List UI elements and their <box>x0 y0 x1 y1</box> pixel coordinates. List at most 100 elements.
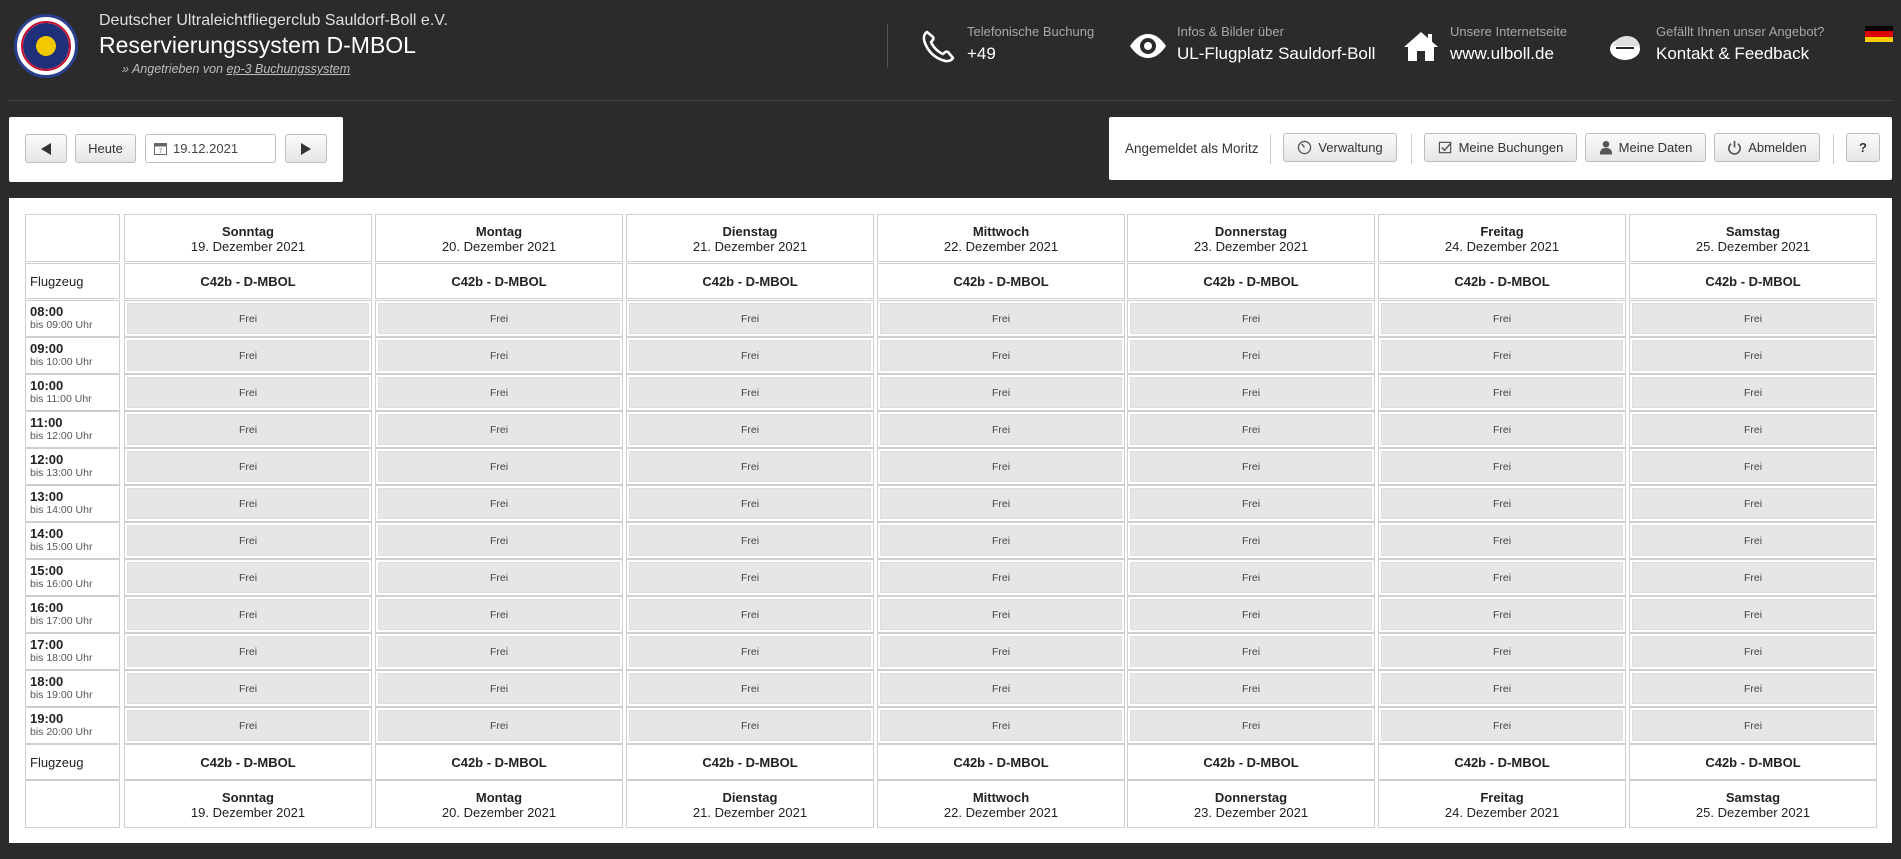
today-button[interactable]: Heute <box>75 134 136 163</box>
free-slot-button[interactable]: Frei <box>1130 414 1372 445</box>
free-slot-button[interactable]: Frei <box>1130 488 1372 519</box>
free-slot-button[interactable]: Frei <box>127 488 369 519</box>
free-slot-button[interactable]: Frei <box>378 414 620 445</box>
free-slot-button[interactable]: Frei <box>378 451 620 482</box>
free-slot-button[interactable]: Frei <box>378 673 620 704</box>
free-slot-button[interactable]: Frei <box>880 562 1122 593</box>
prev-week-button[interactable] <box>25 134 67 163</box>
free-slot-button[interactable]: Frei <box>378 636 620 667</box>
help-button[interactable]: ? <box>1846 133 1880 162</box>
logout-button[interactable]: Abmelden <box>1714 133 1820 162</box>
free-slot-button[interactable]: Frei <box>880 636 1122 667</box>
free-slot-button[interactable]: Frei <box>629 710 871 741</box>
my-data-button[interactable]: Meine Daten <box>1585 133 1706 162</box>
free-slot-button[interactable]: Frei <box>1381 636 1623 667</box>
free-slot-button[interactable]: Frei <box>127 451 369 482</box>
free-slot-button[interactable]: Frei <box>1632 488 1874 519</box>
free-slot-button[interactable]: Frei <box>629 673 871 704</box>
phone-booking[interactable]: Telefonische Buchung +49 <box>918 24 1108 74</box>
free-slot-button[interactable]: Frei <box>127 673 369 704</box>
free-slot-button[interactable]: Frei <box>127 599 369 630</box>
free-slot-button[interactable]: Frei <box>127 562 369 593</box>
free-slot-button[interactable]: Frei <box>1130 525 1372 556</box>
free-slot-button[interactable]: Frei <box>880 710 1122 741</box>
free-slot-button[interactable]: Frei <box>378 377 620 408</box>
free-slot-button[interactable]: Frei <box>1632 303 1874 334</box>
free-slot-button[interactable]: Frei <box>378 340 620 371</box>
free-slot-button[interactable]: Frei <box>880 488 1122 519</box>
free-slot-button[interactable]: Frei <box>880 340 1122 371</box>
free-slot-button[interactable]: Frei <box>127 340 369 371</box>
date-input[interactable]: 7 19.12.2021 <box>145 134 276 163</box>
free-slot-button[interactable]: Frei <box>1632 673 1874 704</box>
free-slot-button[interactable]: Frei <box>378 303 620 334</box>
free-slot-button[interactable]: Frei <box>127 303 369 334</box>
free-slot-button[interactable]: Frei <box>1381 488 1623 519</box>
free-slot-button[interactable]: Frei <box>127 525 369 556</box>
free-slot-button[interactable]: Frei <box>378 599 620 630</box>
free-slot-button[interactable]: Frei <box>1632 710 1874 741</box>
free-slot-button[interactable]: Frei <box>1632 525 1874 556</box>
free-slot-button[interactable]: Frei <box>1130 451 1372 482</box>
free-slot-button[interactable]: Frei <box>1381 673 1623 704</box>
free-slot-button[interactable]: Frei <box>880 599 1122 630</box>
free-slot-button[interactable]: Frei <box>880 525 1122 556</box>
free-slot-button[interactable]: Frei <box>629 377 871 408</box>
free-slot-button[interactable]: Frei <box>1632 377 1874 408</box>
free-slot-button[interactable]: Frei <box>1632 562 1874 593</box>
free-slot-button[interactable]: Frei <box>629 525 871 556</box>
free-slot-button[interactable]: Frei <box>1632 451 1874 482</box>
feedback-link[interactable]: Gefällt Ihnen unser Angebot? Kontakt & F… <box>1607 24 1837 74</box>
free-slot-button[interactable]: Frei <box>880 377 1122 408</box>
next-week-button[interactable] <box>285 134 327 163</box>
free-slot-button[interactable]: Frei <box>1381 710 1623 741</box>
free-slot-button[interactable]: Frei <box>1381 414 1623 445</box>
german-flag-icon[interactable] <box>1865 26 1893 42</box>
free-slot-button[interactable]: Frei <box>1381 303 1623 334</box>
free-slot-button[interactable]: Frei <box>378 525 620 556</box>
free-slot-button[interactable]: Frei <box>629 488 871 519</box>
free-slot-button[interactable]: Frei <box>1381 377 1623 408</box>
free-slot-button[interactable]: Frei <box>1632 414 1874 445</box>
admin-button[interactable]: Verwaltung <box>1283 133 1397 162</box>
powered-by-link[interactable]: ep-3 Buchungssystem <box>227 62 351 76</box>
free-slot-button[interactable]: Frei <box>629 414 871 445</box>
free-slot-button[interactable]: Frei <box>378 562 620 593</box>
free-slot-button[interactable]: Frei <box>1381 525 1623 556</box>
free-slot-button[interactable]: Frei <box>1381 340 1623 371</box>
free-slot-button[interactable]: Frei <box>1130 710 1372 741</box>
free-slot-button[interactable]: Frei <box>629 451 871 482</box>
info-link[interactable]: Infos & Bilder über UL-Flugplatz Sauldor… <box>1128 24 1388 74</box>
club-logo[interactable] <box>14 14 78 78</box>
free-slot-button[interactable]: Frei <box>1632 599 1874 630</box>
free-slot-button[interactable]: Frei <box>1381 599 1623 630</box>
free-slot-button[interactable]: Frei <box>880 303 1122 334</box>
website-link[interactable]: Unsere Internetseite www.ulboll.de <box>1401 24 1591 74</box>
free-slot-button[interactable]: Frei <box>629 599 871 630</box>
free-slot-button[interactable]: Frei <box>1381 451 1623 482</box>
free-slot-button[interactable]: Frei <box>1130 303 1372 334</box>
free-slot-button[interactable]: Frei <box>1130 599 1372 630</box>
free-slot-button[interactable]: Frei <box>629 340 871 371</box>
free-slot-button[interactable]: Frei <box>1632 636 1874 667</box>
free-slot-button[interactable]: Frei <box>1130 562 1372 593</box>
free-slot-button[interactable]: Frei <box>1381 562 1623 593</box>
free-slot-button[interactable]: Frei <box>378 710 620 741</box>
free-slot-button[interactable]: Frei <box>629 303 871 334</box>
free-slot-button[interactable]: Frei <box>1130 340 1372 371</box>
free-slot-button[interactable]: Frei <box>880 414 1122 445</box>
free-slot-button[interactable]: Frei <box>127 414 369 445</box>
free-slot-button[interactable]: Frei <box>127 377 369 408</box>
free-slot-button[interactable]: Frei <box>127 636 369 667</box>
free-slot-button[interactable]: Frei <box>1130 377 1372 408</box>
free-slot-button[interactable]: Frei <box>880 451 1122 482</box>
free-slot-button[interactable]: Frei <box>880 673 1122 704</box>
free-slot-button[interactable]: Frei <box>629 636 871 667</box>
free-slot-button[interactable]: Frei <box>1130 673 1372 704</box>
free-slot-button[interactable]: Frei <box>1130 636 1372 667</box>
free-slot-button[interactable]: Frei <box>629 562 871 593</box>
free-slot-button[interactable]: Frei <box>378 488 620 519</box>
free-slot-button[interactable]: Frei <box>1632 340 1874 371</box>
my-bookings-button[interactable]: Meine Buchungen <box>1424 133 1577 162</box>
free-slot-button[interactable]: Frei <box>127 710 369 741</box>
